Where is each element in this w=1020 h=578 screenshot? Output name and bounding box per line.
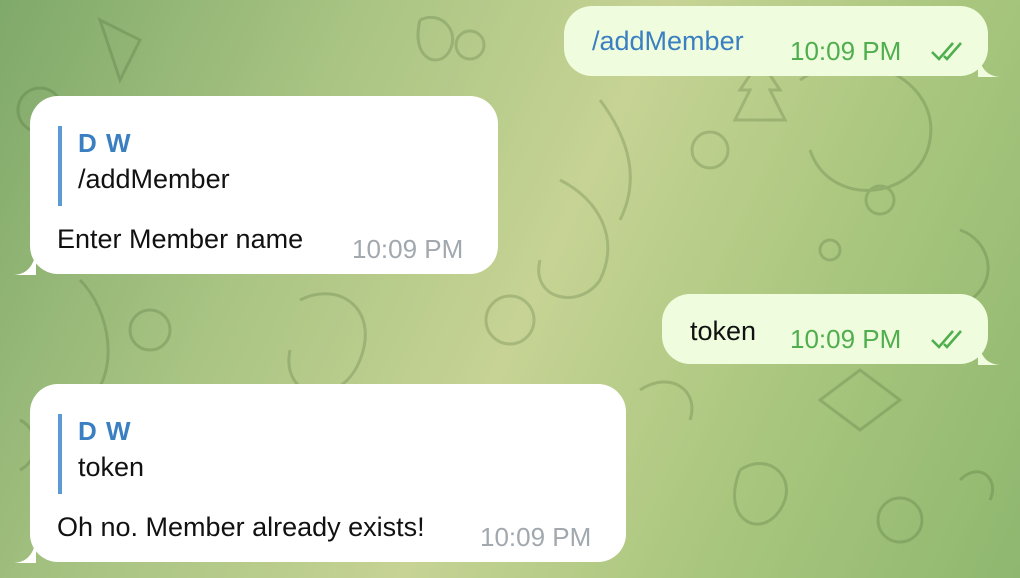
message-time: 10:09 PM <box>352 234 464 264</box>
outgoing-message-token[interactable]: token 10:09 PM <box>662 294 988 364</box>
bubble-tail <box>14 254 36 275</box>
message-time: 10:09 PM <box>790 36 902 66</box>
bubble-tail <box>14 542 36 563</box>
reply-author: D W <box>78 128 132 158</box>
message-text: token <box>690 316 757 346</box>
bubble-tail <box>978 344 1000 365</box>
outgoing-message-addmember[interactable]: /addMember 10:09 PM <box>564 6 988 76</box>
reply-quote[interactable]: D W token <box>58 414 144 494</box>
bot-command-link[interactable]: /addMember <box>592 26 744 57</box>
message-text: Oh no. Member already exists! <box>57 512 425 542</box>
incoming-message-enter-member-name[interactable]: D W /addMember Enter Member name 10:09 P… <box>30 96 498 274</box>
bubble-tail <box>978 56 1000 77</box>
incoming-message-member-exists[interactable]: D W token Oh no. Member already exists! … <box>30 384 626 562</box>
reply-author: D W <box>78 416 132 446</box>
reply-text: /addMember <box>78 164 230 194</box>
message-time: 10:09 PM <box>480 522 592 552</box>
read-checkmarks-icon <box>931 42 962 61</box>
message-time: 10:09 PM <box>790 324 902 354</box>
message-text: Enter Member name <box>57 224 304 254</box>
read-checkmarks-icon <box>931 330 962 349</box>
reply-text: token <box>78 452 145 482</box>
reply-quote[interactable]: D W /addMember <box>58 126 230 206</box>
